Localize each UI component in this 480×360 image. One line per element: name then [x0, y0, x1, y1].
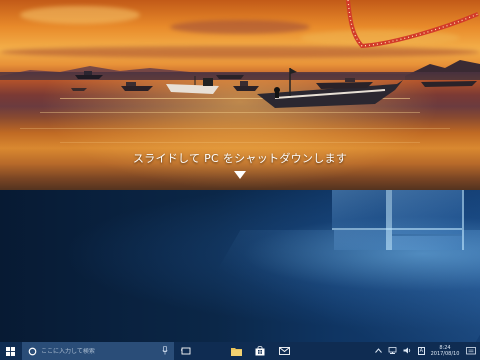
task-view-icon [181, 347, 191, 355]
boat [75, 71, 103, 79]
action-center-icon [466, 346, 476, 354]
wallpaper-window-pane [392, 236, 462, 250]
chevron-up-icon[interactable] [374, 347, 382, 355]
folder-icon [230, 347, 242, 356]
store-button[interactable] [248, 342, 272, 360]
light-streak [60, 142, 420, 143]
ime-icon[interactable]: A [417, 347, 425, 355]
boat [71, 88, 87, 91]
mail-button[interactable] [272, 342, 296, 360]
task-view-button[interactable] [174, 342, 198, 360]
light-streak [40, 112, 420, 113]
boat [121, 82, 153, 91]
boat [316, 78, 373, 89]
boat [166, 76, 219, 94]
wallpaper-window-pane [334, 230, 386, 250]
sky-cloud [170, 20, 310, 34]
speaker-icon[interactable] [403, 347, 412, 356]
microphone-icon[interactable] [162, 346, 168, 355]
desktop-wallpaper [0, 190, 480, 342]
sky-cloud [20, 6, 140, 24]
wallpaper-window-frame [332, 228, 462, 230]
windows-logo-icon [5, 346, 15, 356]
clock-date: 2017/08/10 [430, 351, 460, 357]
slide-to-shutdown-panel[interactable]: スライドして PC をシャットダウンします [0, 0, 480, 190]
clock[interactable]: 8:24 2017/08/10 [428, 345, 462, 357]
search-box[interactable] [22, 342, 174, 360]
store-bag-icon [255, 346, 265, 356]
cortana-circle-icon [28, 347, 37, 355]
search-input[interactable] [37, 347, 161, 355]
wallpaper-window-pane [332, 190, 386, 228]
wallpaper-window-frame [386, 190, 392, 250]
mail-icon [278, 347, 290, 355]
light-streak [20, 128, 450, 129]
slide-to-shutdown-label: スライドして PC をシャットダウンします [132, 152, 348, 165]
taskbar: A 8:24 2017/08/10 [0, 342, 480, 360]
wallpaper-window-frame [462, 190, 464, 250]
slide-down-arrow-icon[interactable] [234, 171, 246, 179]
boat [216, 75, 244, 79]
network-icon[interactable] [388, 346, 397, 356]
file-explorer-button[interactable] [224, 342, 248, 360]
start-button[interactable] [0, 342, 20, 360]
action-center-button[interactable] [462, 342, 480, 360]
rope-lights [346, 0, 479, 49]
boat [421, 81, 477, 87]
